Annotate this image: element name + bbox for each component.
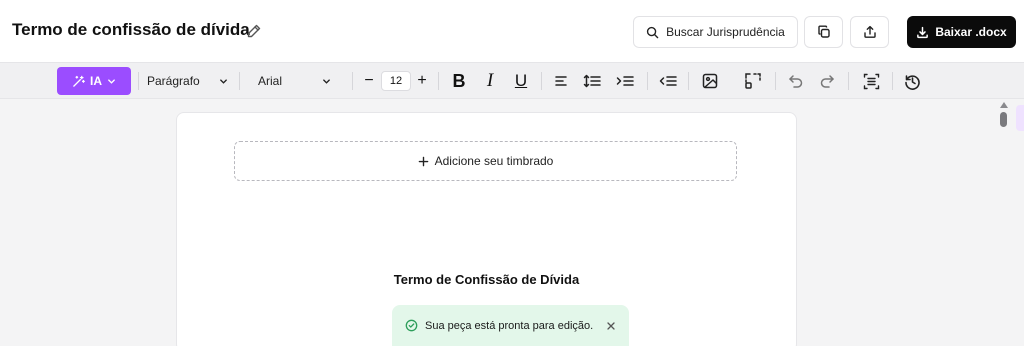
toast-message: Sua peça está pronta para edição.: [425, 319, 594, 332]
download-docx-button[interactable]: Baixar .docx: [907, 16, 1016, 48]
bold-button[interactable]: B: [447, 63, 471, 99]
italic-button[interactable]: I: [478, 63, 502, 99]
toolbar-divider: [239, 72, 240, 90]
decrease-font-size-button[interactable]: −: [357, 63, 381, 99]
underline-button[interactable]: U: [509, 63, 533, 99]
indent-button[interactable]: [614, 63, 636, 99]
page-layout-button[interactable]: [860, 63, 882, 99]
scroll-up-arrow[interactable]: [999, 101, 1009, 109]
toolbar-divider: [138, 72, 139, 90]
check-circle-icon: [405, 319, 418, 332]
outdent-icon: [659, 76, 677, 86]
toolbar-divider: [848, 72, 849, 90]
font-family-select[interactable]: Arial: [258, 63, 334, 99]
undo-button[interactable]: [786, 63, 806, 99]
add-letterhead-button[interactable]: Adicione seu timbrado: [234, 141, 737, 181]
magic-wand-icon: [73, 75, 85, 87]
block-type-select[interactable]: Parágrafo: [147, 63, 229, 99]
search-jurisprudence-button[interactable]: Buscar Jurisprudência: [633, 16, 798, 48]
align-left-icon: [555, 76, 567, 86]
increase-font-size-button[interactable]: +: [410, 63, 434, 99]
image-icon: [702, 73, 718, 89]
document-heading: Termo de Confissão de Dívida: [393, 272, 580, 287]
add-letterhead-label: Adicione seu timbrado: [434, 154, 554, 168]
select-area-icon: [745, 73, 761, 89]
download-icon: [917, 26, 929, 38]
search-jurisprudence-label: Buscar Jurisprudência: [666, 25, 785, 39]
select-area-button[interactable]: [742, 63, 764, 99]
close-icon[interactable]: [606, 321, 616, 331]
toolbar-divider: [352, 72, 353, 90]
toolbar-divider: [775, 72, 776, 90]
copy-icon: [817, 25, 830, 38]
side-panel-tab[interactable]: [1016, 105, 1024, 131]
page-layout-icon: [863, 73, 879, 89]
line-height-button[interactable]: [580, 63, 604, 99]
redo-button[interactable]: [817, 63, 837, 99]
toolbar-divider: [438, 72, 439, 90]
history-button[interactable]: [901, 63, 923, 99]
chevron-down-icon: [323, 79, 330, 84]
font-family-value: Arial: [258, 74, 283, 88]
copy-button[interactable]: [804, 16, 843, 48]
chevron-down-icon: [220, 79, 227, 84]
block-type-value: Parágrafo: [147, 74, 200, 88]
undo-icon: [789, 75, 803, 88]
toolbar-divider: [892, 72, 893, 90]
insert-image-button[interactable]: [699, 63, 721, 99]
search-icon: [647, 26, 659, 38]
indent-icon: [616, 76, 634, 86]
success-toast: Sua peça está pronta para edição.: [392, 305, 629, 346]
download-label: Baixar .docx: [935, 25, 1007, 39]
pencil-icon[interactable]: [246, 23, 262, 39]
line-height-icon: [583, 74, 601, 88]
toolbar-divider: [541, 72, 542, 90]
editor-toolbar: IA Parágrafo Arial − 12 + B I U: [0, 62, 1024, 99]
app-header: Termo de confissão de dívida Buscar Juri…: [0, 0, 1024, 62]
align-left-button[interactable]: [551, 63, 571, 99]
scrollbar-thumb[interactable]: [1000, 112, 1007, 127]
redo-icon: [820, 75, 834, 88]
toolbar-divider: [647, 72, 648, 90]
chevron-down-icon: [108, 78, 115, 84]
ai-label: IA: [90, 74, 102, 88]
document-title: Termo de confissão de dívida: [12, 20, 250, 39]
plus-icon: [418, 156, 428, 166]
font-size-input[interactable]: 12: [381, 71, 411, 91]
history-icon: [904, 74, 920, 90]
ai-button[interactable]: IA: [57, 67, 131, 95]
outdent-button[interactable]: [657, 63, 679, 99]
share-button[interactable]: [850, 16, 889, 48]
share-icon: [863, 25, 876, 38]
toolbar-divider: [688, 72, 689, 90]
